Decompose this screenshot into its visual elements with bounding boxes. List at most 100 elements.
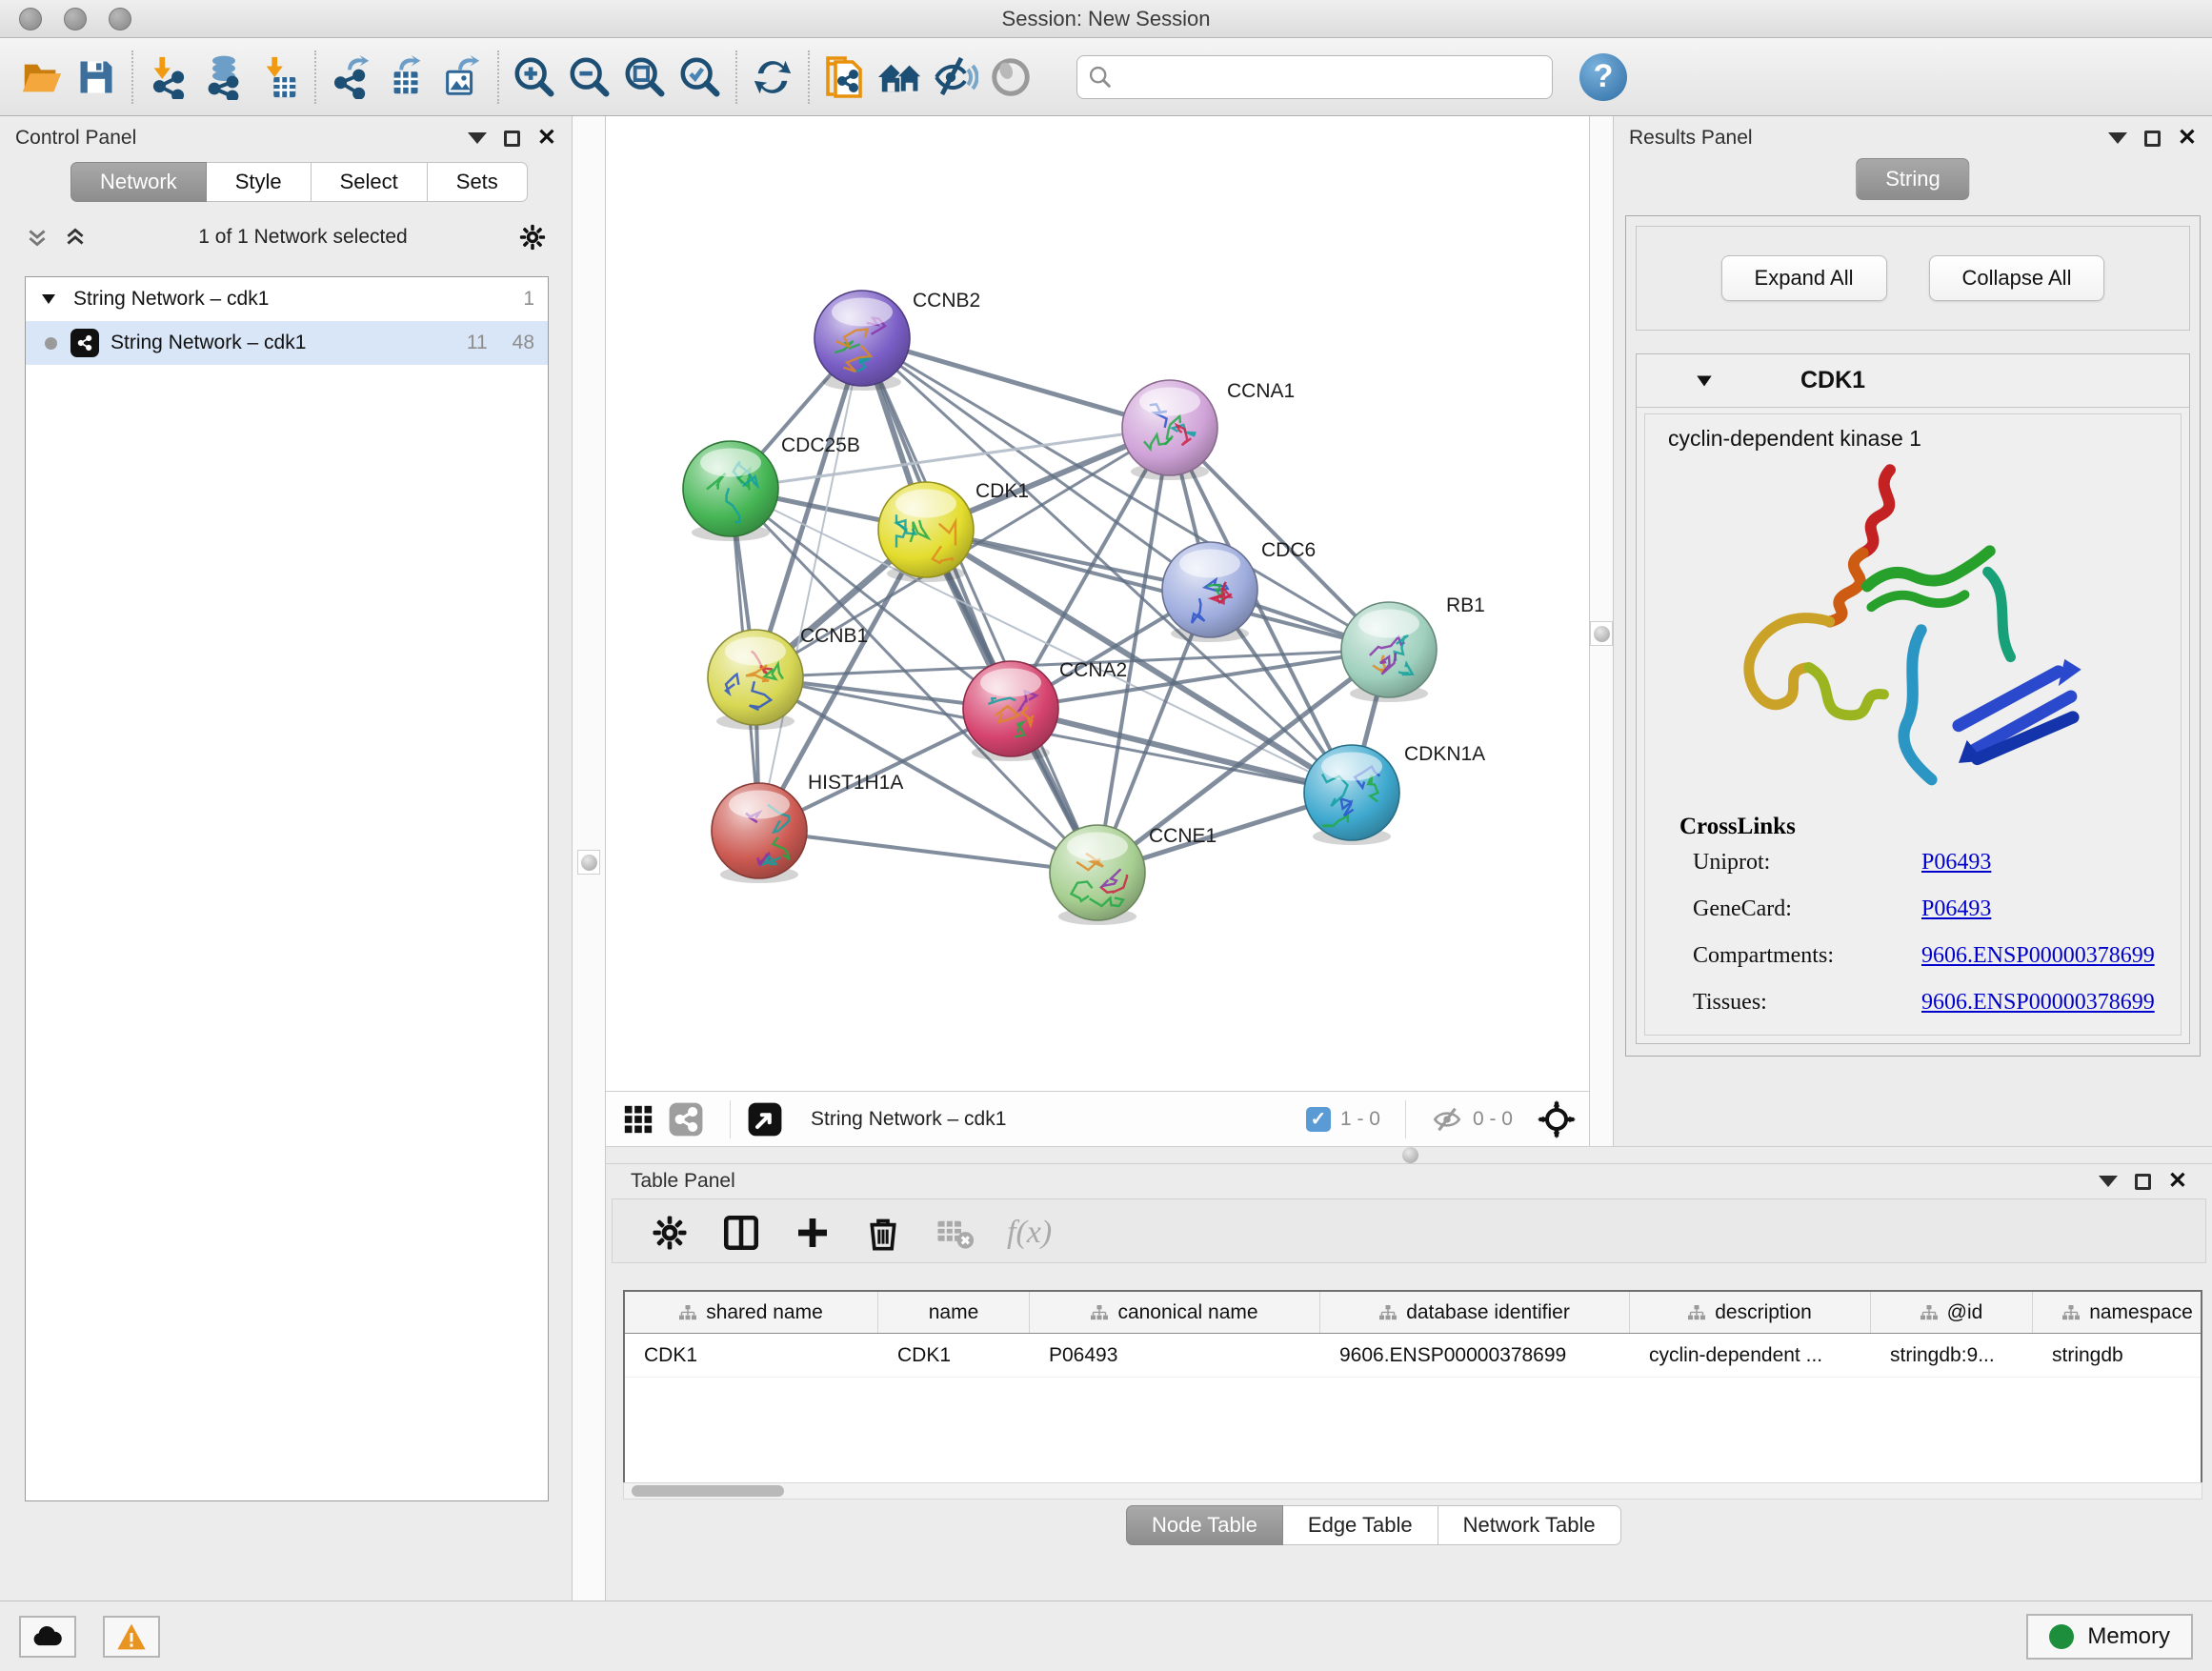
- column-header-database-identifier[interactable]: database identifier: [1320, 1292, 1630, 1333]
- network-canvas[interactable]: CCNB2CCNA1CDC25BCDK1CDC6RB1CCNB1CCNA2CDK…: [606, 116, 1589, 1091]
- collection-expand-icon[interactable]: [39, 290, 58, 309]
- table-cell[interactable]: CDK1: [625, 1334, 878, 1377]
- node-collapse-icon[interactable]: [1694, 371, 1715, 392]
- table-cell[interactable]: 9606.ENSP00000378699: [1320, 1334, 1630, 1377]
- network-row[interactable]: String Network – cdk1 11 48: [26, 321, 548, 365]
- column-header-description[interactable]: description: [1630, 1292, 1871, 1333]
- zoom-out-button[interactable]: [562, 47, 617, 108]
- tab-node-table[interactable]: Node Table: [1126, 1505, 1283, 1545]
- table-horizontal-scrollbar[interactable]: [623, 1482, 2202, 1500]
- save-session-button[interactable]: [69, 47, 124, 108]
- network-node-CDK1[interactable]: CDK1: [878, 480, 1029, 582]
- home-pages-button[interactable]: [873, 47, 928, 108]
- table-cell[interactable]: P06493: [1030, 1334, 1320, 1377]
- panel-close-icon[interactable]: ✕: [537, 127, 556, 150]
- zoom-fit-button[interactable]: [617, 47, 673, 108]
- right-splitter[interactable]: [1589, 116, 1614, 1146]
- tab-network-table[interactable]: Network Table: [1438, 1505, 1621, 1545]
- selected-nodes-checkbox[interactable]: ✓: [1306, 1107, 1331, 1132]
- expand-all-icon[interactable]: [63, 225, 88, 250]
- panel-close-icon[interactable]: ✕: [2178, 127, 2197, 150]
- table-cell[interactable]: cyclin-dependent ...: [1630, 1334, 1871, 1377]
- birds-eye-view-icon[interactable]: [746, 1100, 784, 1138]
- fit-selected-crosshair-icon[interactable]: [1538, 1100, 1576, 1138]
- import-database-button[interactable]: [196, 47, 251, 108]
- column-header-name[interactable]: name: [878, 1292, 1030, 1333]
- network-edge-HIST1H1A-CCNE1[interactable]: [759, 831, 1097, 873]
- collapse-all-button[interactable]: Collapse All: [1929, 255, 2105, 301]
- graphics-details-button[interactable]: [983, 47, 1038, 108]
- export-image-button[interactable]: [434, 47, 490, 108]
- tab-edge-table[interactable]: Edge Table: [1283, 1505, 1438, 1545]
- left-splitter[interactable]: [572, 116, 606, 1601]
- column-header-canonical-name[interactable]: canonical name: [1030, 1292, 1320, 1333]
- tab-style[interactable]: Style: [207, 162, 312, 202]
- table-row[interactable]: CDK1CDK1P064939606.ENSP00000378699cyclin…: [625, 1334, 2201, 1378]
- export-table-button[interactable]: [379, 47, 434, 108]
- share-clipboard-button[interactable]: [817, 47, 873, 108]
- help-button[interactable]: ?: [1579, 53, 1627, 101]
- zoom-selected-button[interactable]: [673, 47, 728, 108]
- network-collection-row[interactable]: String Network – cdk1 1: [26, 277, 548, 321]
- search-box[interactable]: [1076, 55, 1553, 99]
- column-header-shared-name[interactable]: shared name: [625, 1292, 878, 1333]
- panel-maximize-icon[interactable]: [2144, 131, 2161, 147]
- panel-float-icon[interactable]: [2099, 1176, 2118, 1187]
- right-splitter-handle[interactable]: [1590, 621, 1613, 646]
- network-node-CCNB2[interactable]: CCNB2: [814, 290, 980, 391]
- panel-close-icon[interactable]: ✕: [2168, 1170, 2187, 1193]
- panel-maximize-icon[interactable]: [2135, 1174, 2151, 1190]
- tab-select[interactable]: Select: [312, 162, 428, 202]
- function-builder-icon[interactable]: f(x): [1007, 1215, 1052, 1251]
- zoom-in-button[interactable]: [507, 47, 562, 108]
- panel-maximize-icon[interactable]: [504, 131, 520, 147]
- tab-string[interactable]: String: [1856, 158, 1969, 200]
- import-table-button[interactable]: [251, 47, 307, 108]
- grid-view-icon[interactable]: [619, 1100, 657, 1138]
- network-node-RB1[interactable]: RB1: [1341, 594, 1485, 702]
- left-splitter-handle[interactable]: [577, 850, 600, 875]
- warnings-button[interactable]: [103, 1616, 160, 1658]
- horizontal-splitter[interactable]: [606, 1146, 2212, 1164]
- panel-float-icon[interactable]: [468, 132, 487, 144]
- crosslink-tissues-link[interactable]: 9606.ENSP00000378699: [1921, 990, 2155, 1016]
- network-node-HIST1H1A[interactable]: HIST1H1A: [712, 772, 903, 883]
- network-node-CCNE1[interactable]: CCNE1: [1050, 825, 1217, 925]
- network-edge-CCNB2-HIST1H1A[interactable]: [759, 338, 862, 831]
- column-header--id[interactable]: @id: [1871, 1292, 2033, 1333]
- tab-sets[interactable]: Sets: [428, 162, 528, 202]
- network-edge-CDK1-RB1[interactable]: [926, 530, 1389, 650]
- table-cell[interactable]: CDK1: [878, 1334, 1030, 1377]
- hide-details-button[interactable]: [928, 47, 983, 108]
- export-network-button[interactable]: [324, 47, 379, 108]
- panel-float-icon[interactable]: [2108, 132, 2127, 144]
- cloud-status-button[interactable]: [19, 1616, 76, 1658]
- import-network-button[interactable]: [141, 47, 196, 108]
- refresh-button[interactable]: [745, 47, 800, 108]
- crosslink-compartments-link[interactable]: 9606.ENSP00000378699: [1921, 943, 2155, 969]
- hidden-eye-icon[interactable]: [1431, 1103, 1463, 1136]
- columns-icon[interactable]: [721, 1213, 761, 1253]
- memory-button[interactable]: Memory: [2026, 1614, 2193, 1660]
- table-cell[interactable]: stringdb: [2033, 1334, 2202, 1377]
- network-node-CDKN1A[interactable]: CDKN1A: [1304, 743, 1485, 845]
- open-session-button[interactable]: [13, 47, 69, 108]
- network-share-view-icon[interactable]: [667, 1100, 705, 1138]
- tab-network[interactable]: Network: [70, 162, 207, 202]
- horizontal-splitter-handle[interactable]: [1398, 1143, 1421, 1166]
- help-icon: ?: [1594, 58, 1614, 95]
- collapse-all-icon[interactable]: [25, 225, 50, 250]
- delete-icon[interactable]: [864, 1214, 902, 1252]
- expand-all-button[interactable]: Expand All: [1721, 255, 1887, 301]
- delete-table-icon[interactable]: [935, 1213, 975, 1253]
- gear-icon[interactable]: [651, 1214, 689, 1252]
- add-column-icon[interactable]: [794, 1214, 832, 1252]
- table-cell[interactable]: stringdb:9...: [1871, 1334, 2033, 1377]
- column-header-namespace[interactable]: namespace: [2033, 1292, 2202, 1333]
- crosslink-uniprot-link[interactable]: P06493: [1921, 850, 1991, 876]
- search-input[interactable]: [1114, 65, 1514, 89]
- crosslink-genecard-link[interactable]: P06493: [1921, 896, 1991, 922]
- network-options-gear-icon[interactable]: [518, 223, 547, 252]
- network-node-CDC25B[interactable]: CDC25B: [683, 434, 860, 541]
- scrollbar-thumb[interactable]: [632, 1485, 784, 1497]
